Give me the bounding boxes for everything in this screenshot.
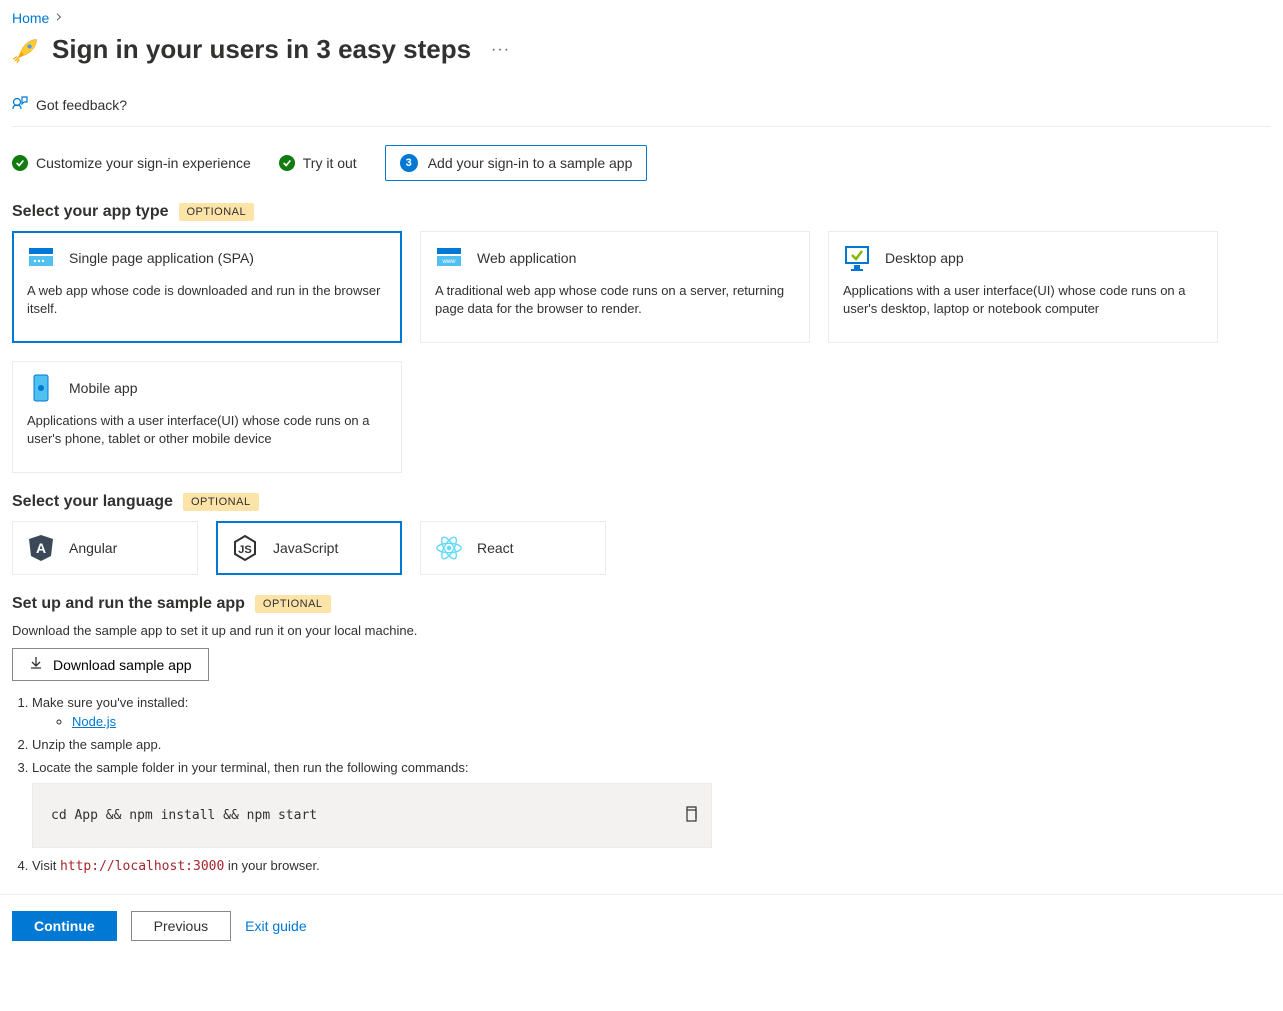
instruction-step-2: Unzip the sample app. [32,737,1271,752]
setup-heading: Set up and run the sample app OPTIONAL [12,595,1271,613]
card-desktop[interactable]: Desktop app Applications with a user int… [828,231,1218,343]
card-desc: Applications with a user interface(UI) w… [27,412,387,448]
webapp-icon: www [435,244,463,272]
lang-name: Angular [69,540,117,556]
lang-javascript[interactable]: JS JavaScript [216,521,402,575]
lang-react[interactable]: React [420,521,606,575]
lang-name: JavaScript [273,540,338,556]
card-mobile[interactable]: Mobile app Applications with a user inte… [12,361,402,473]
svg-text:www: www [442,259,457,265]
chevron-right-icon [55,12,63,24]
react-icon [435,534,463,562]
optional-badge: OPTIONAL [255,595,331,613]
svg-text:JS: JS [238,544,251,556]
check-circle-icon [12,155,28,171]
javascript-icon: JS [231,534,259,562]
card-desc: A traditional web app whose code runs on… [435,282,795,318]
instructions-list: Make sure you've installed: Node.js Unzi… [12,695,1271,874]
optional-badge: OPTIONAL [179,203,255,221]
more-menu-button[interactable]: ··· [491,41,510,59]
footer-bar: Continue Previous Exit guide [0,894,1283,957]
card-title: Desktop app [885,250,964,266]
instruction-step-1: Make sure you've installed: Node.js [32,695,1271,729]
download-sample-button[interactable]: Download sample app [12,648,209,681]
code-block: cd App && npm install && npm start [32,783,712,848]
feedback-icon [12,95,28,114]
lang-name: React [477,540,514,556]
card-desc: A web app whose code is downloaded and r… [27,282,387,318]
card-webapp[interactable]: www Web application A traditional web ap… [420,231,810,343]
download-label: Download sample app [53,657,192,673]
step-2[interactable]: Try it out [279,155,357,171]
feedback-link[interactable]: Got feedback? [12,91,127,118]
instruction-step-4: Visit http://localhost:3000 in your brow… [32,858,1271,874]
svg-text:A: A [36,540,46,556]
card-title: Web application [477,250,576,266]
card-title: Single page application (SPA) [69,250,254,266]
breadcrumb: Home [12,10,1271,26]
spa-icon [27,244,55,272]
language-heading: Select your language OPTIONAL [12,493,1271,511]
card-spa[interactable]: Single page application (SPA) A web app … [12,231,402,343]
download-icon [29,656,43,673]
optional-badge: OPTIONAL [183,493,259,511]
card-desc: Applications with a user interface(UI) w… [843,282,1203,318]
breadcrumb-home-link[interactable]: Home [12,10,49,26]
step-number-icon: 3 [400,154,418,172]
step-1[interactable]: Customize your sign-in experience [12,155,251,171]
lang-angular[interactable]: A Angular [12,521,198,575]
app-type-heading: Select your app type OPTIONAL [12,203,1271,221]
mobile-icon [27,374,55,402]
copy-button[interactable] [683,806,699,826]
exit-guide-link[interactable]: Exit guide [245,918,306,934]
desktop-icon [843,244,871,272]
continue-button[interactable]: Continue [12,911,117,941]
feedback-label: Got feedback? [36,97,127,113]
card-title: Mobile app [69,380,138,396]
wizard-steps: Customize your sign-in experience Try it… [12,127,1271,199]
localhost-url: http://localhost:3000 [60,859,224,874]
previous-button[interactable]: Previous [131,911,231,941]
step-1-label: Customize your sign-in experience [36,155,251,171]
step-3[interactable]: 3 Add your sign-in to a sample app [385,145,648,181]
instruction-step-3: Locate the sample folder in your termina… [32,760,1271,848]
angular-icon: A [27,534,55,562]
page-title: Sign in your users in 3 easy steps [52,34,471,65]
step-3-label: Add your sign-in to a sample app [428,155,633,171]
step-2-label: Try it out [303,155,357,171]
rocket-icon [12,36,40,64]
code-text: cd App && npm install && npm start [51,808,317,823]
nodejs-link[interactable]: Node.js [72,714,116,729]
check-circle-icon [279,155,295,171]
setup-subtext: Download the sample app to set it up and… [12,623,1271,638]
